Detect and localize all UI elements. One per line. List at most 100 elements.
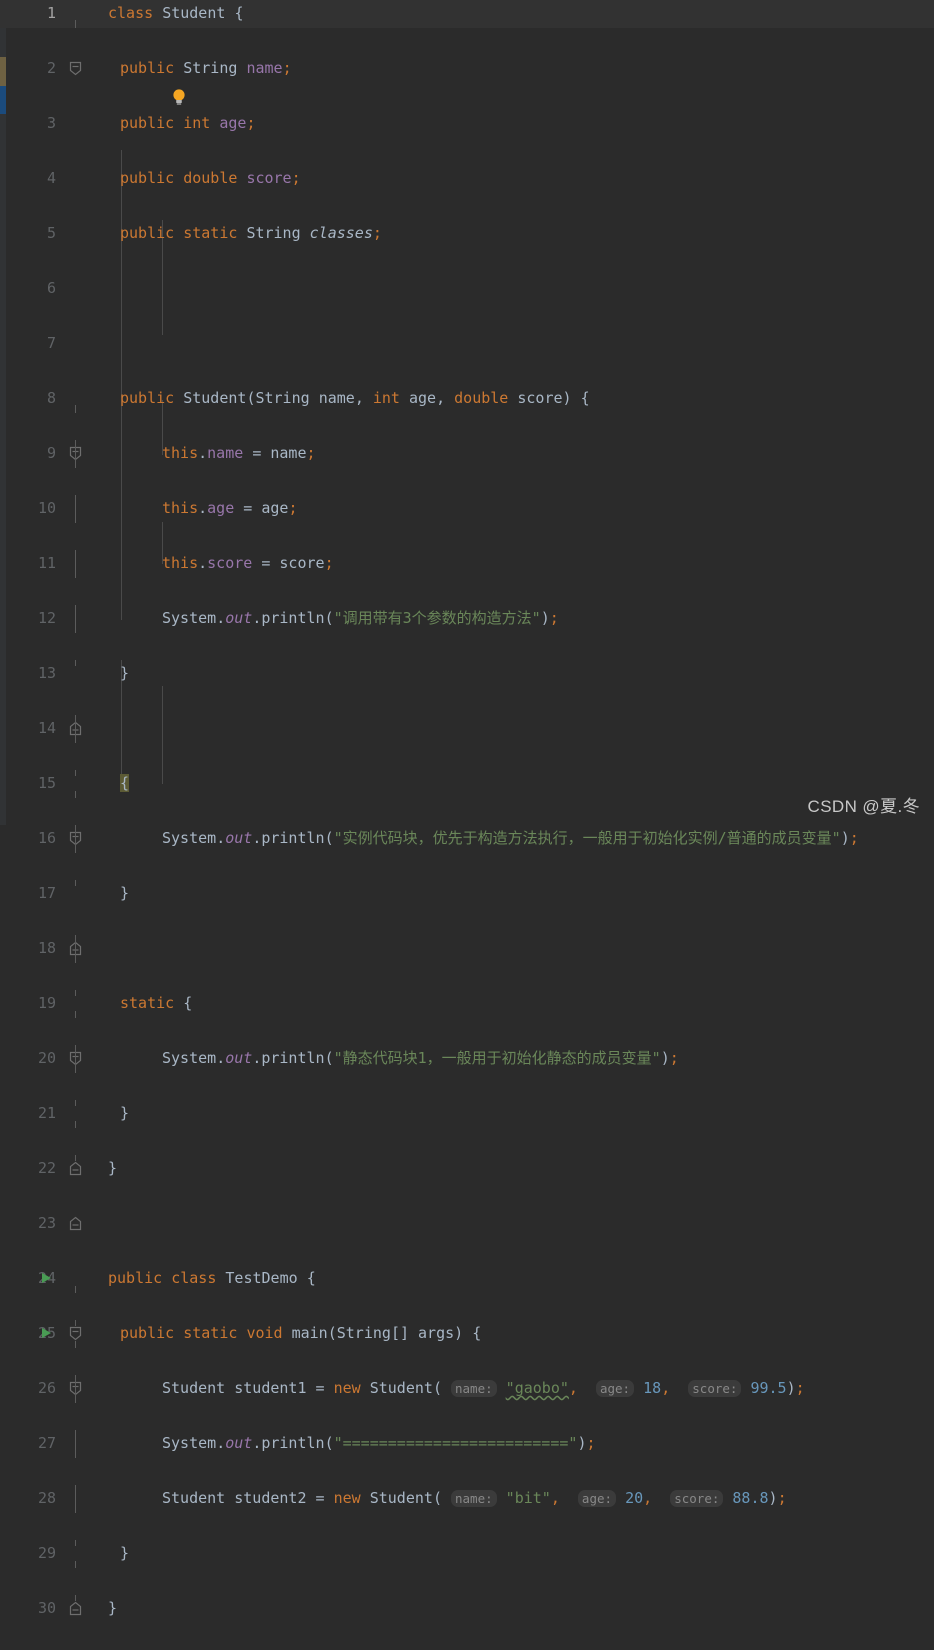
gutter-line-13[interactable] [60, 660, 106, 736]
fold-close-icon[interactable] [69, 1546, 82, 1616]
code-line[interactable]: 28 Student student2 = new Student( name:… [0, 1485, 934, 1513]
gutter-line-19[interactable] [60, 990, 106, 1066]
fold-open-icon[interactable] [69, 6, 82, 76]
fold-close-icon[interactable] [69, 666, 82, 736]
token-brace: } [108, 1159, 118, 1177]
gutter-line-29[interactable] [60, 1540, 106, 1616]
code-line[interactable]: 15 { [0, 770, 934, 846]
inlay-hint-name[interactable]: name: [451, 1380, 497, 1397]
code-editor[interactable]: 1 class Student { 2 public String name; … [0, 0, 934, 1617]
token-keyword: new [333, 1379, 361, 1397]
fold-close-icon[interactable] [69, 1601, 82, 1616]
fold-connector [75, 1341, 76, 1348]
line-number: 2 [46, 59, 56, 77]
code-line[interactable]: 5 public static String classes; [0, 220, 934, 248]
gutter-line-18 [60, 935, 106, 963]
fold-connector [75, 715, 76, 743]
line-number: 20 [37, 1049, 56, 1067]
code-line[interactable]: 21 } [0, 1100, 934, 1176]
token-semicolon: ; [669, 1049, 679, 1067]
code-line[interactable]: 20 System.out.println("静态代码块1，一般用于初始化静态的… [0, 1045, 934, 1073]
code-line[interactable]: 6 [0, 275, 934, 303]
code-text: public String name; [120, 55, 292, 83]
code-line[interactable]: 19 static { [0, 990, 934, 1066]
gutter-line-30[interactable] [60, 1595, 106, 1623]
code-line[interactable]: 26 Student student1 = new Student( name:… [0, 1375, 934, 1403]
code-line[interactable]: 16 System.out.println("实例代码块，优先于构造方法执行，一… [0, 825, 934, 853]
fold-close-icon[interactable] [69, 1161, 82, 1231]
gutter-line-2[interactable] [60, 55, 185, 105]
code-line[interactable]: 3 public int age; [0, 110, 934, 138]
code-line[interactable]: 8 public Student(String name, int age, d… [0, 385, 934, 461]
gutter-line-17[interactable] [60, 880, 106, 956]
inlay-hint-age[interactable]: age: [595, 1380, 635, 1397]
code-line[interactable]: 24 public class TestDemo { [0, 1265, 934, 1341]
fold-open-icon[interactable] [69, 391, 82, 461]
code-line[interactable]: 25 public static void main(String[] args… [0, 1320, 934, 1396]
token-static-field: classes [309, 224, 373, 242]
code-line[interactable]: 30 } [0, 1595, 934, 1623]
code-line[interactable]: 10 this.age = age; [0, 495, 934, 523]
code-text: this.age = age; [162, 495, 297, 523]
gutter-line-24[interactable] [42, 1265, 106, 1341]
code-text: class Student { [108, 0, 243, 28]
code-line[interactable]: 13 } [0, 660, 934, 736]
code-text: System.out.println("====================… [162, 1430, 596, 1458]
fold-close-icon[interactable] [69, 886, 82, 956]
code-line[interactable]: 12 System.out.println("调用带有3个参数的构造方法"); [0, 605, 934, 633]
line-number: 26 [37, 1379, 56, 1397]
code-line[interactable]: 9 this.name = name; [0, 440, 934, 468]
gutter-line-25[interactable] [42, 1320, 106, 1396]
gutter-line-9 [60, 440, 106, 468]
token-class: System [162, 1434, 217, 1452]
fold-open-icon[interactable] [69, 1326, 82, 1396]
token-dot: . [216, 609, 226, 627]
code-line[interactable]: 7 [0, 330, 934, 358]
code-text: } [120, 660, 129, 688]
code-line[interactable]: 22 } [0, 1155, 934, 1231]
inlay-hint-name[interactable]: name: [451, 1490, 497, 1507]
run-arrow-icon[interactable] [42, 1273, 51, 1283]
gutter-line-15[interactable] [60, 770, 106, 846]
code-line[interactable]: 23 [0, 1210, 934, 1238]
code-text: } [108, 1595, 117, 1623]
token-string: "=========================" [333, 1434, 578, 1452]
code-line[interactable]: 11 this.score = score; [0, 550, 934, 578]
token-constructor: Student [369, 1379, 433, 1397]
line-number: 5 [46, 224, 56, 242]
code-line[interactable]: 18 [0, 935, 934, 963]
code-line[interactable]: 14 [0, 715, 934, 743]
line-number: 22 [37, 1159, 56, 1177]
code-line[interactable]: 29 } [0, 1540, 934, 1616]
gutter-line-1[interactable] [60, 0, 106, 76]
code-line[interactable]: 17 } [0, 880, 934, 956]
token-brace: { [472, 1324, 482, 1342]
inlay-hint-age[interactable]: age: [577, 1490, 617, 1507]
code-line[interactable]: 4 public double score; [0, 165, 934, 193]
fold-open-icon[interactable] [69, 996, 82, 1066]
run-arrow-icon[interactable] [42, 1328, 51, 1338]
token-dot: . [198, 554, 208, 572]
code-text: this.name = name; [162, 440, 316, 468]
token-method: println [261, 609, 325, 627]
token-dot: . [216, 1434, 226, 1452]
gutter-line-22[interactable] [60, 1155, 106, 1231]
gutter-line-8[interactable] [60, 385, 106, 461]
line-number: 16 [37, 829, 56, 847]
token-string: "调用带有3个参数的构造方法" [333, 609, 541, 627]
token-type: Student [162, 4, 226, 22]
inlay-hint-score[interactable]: score: [688, 1380, 742, 1397]
token-comma: , [436, 389, 446, 407]
code-line[interactable]: 2 public String name; [0, 55, 934, 105]
lightbulb-icon[interactable] [92, 59, 185, 105]
line-number: 30 [37, 1599, 56, 1617]
gutter-line-21[interactable] [60, 1100, 106, 1176]
code-line[interactable]: 27 System.out.println("=================… [0, 1430, 934, 1458]
inlay-hint-score[interactable]: score: [670, 1490, 724, 1507]
fold-open-icon[interactable] [69, 776, 82, 846]
fold-open-icon[interactable] [69, 1271, 82, 1341]
code-line[interactable]: 1 class Student { [0, 0, 934, 76]
token-keyword: public [120, 389, 175, 407]
token-keyword: double [454, 389, 509, 407]
fold-close-icon[interactable] [69, 1106, 82, 1176]
